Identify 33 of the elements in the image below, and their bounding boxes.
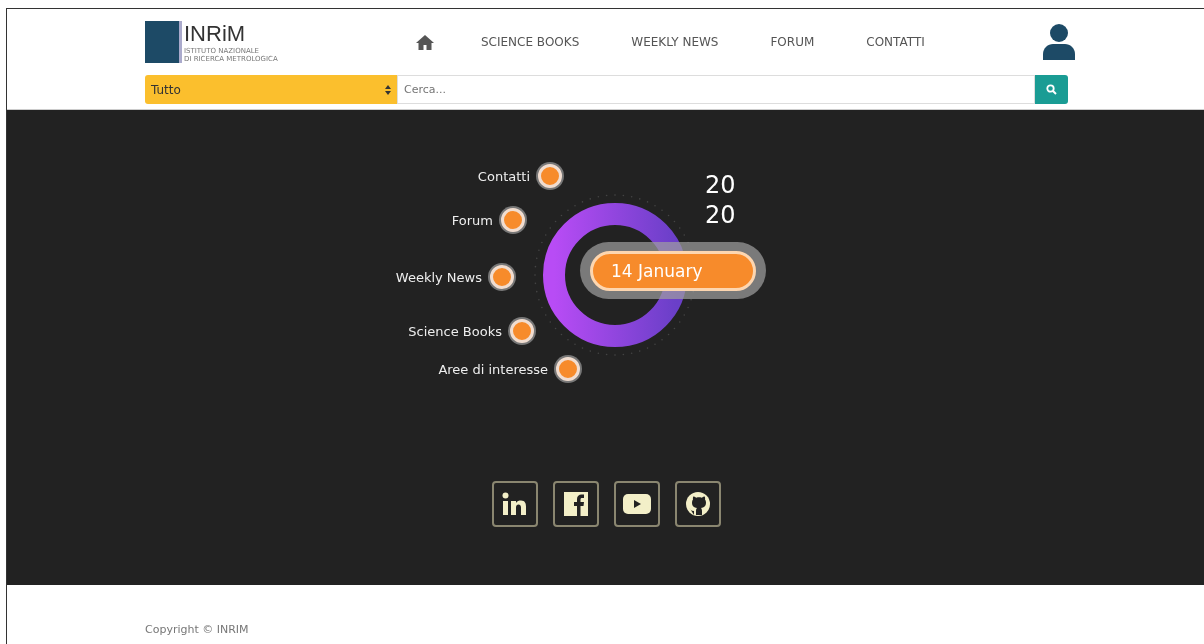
nav-link[interactable]: FORUM <box>770 35 815 49</box>
date-label: 14 January <box>590 250 756 291</box>
search-field[interactable]: Cerca... <box>397 75 1035 104</box>
menu-link[interactable]: Forum <box>451 212 493 228</box>
search-button[interactable] <box>1035 75 1068 104</box>
github-icon <box>685 491 711 517</box>
social-link[interactable] <box>614 481 660 527</box>
sort-caret-icon <box>385 84 391 95</box>
menu-dot[interactable] <box>510 319 534 343</box>
menu-dot[interactable] <box>490 265 514 289</box>
linkedin-icon <box>502 492 528 516</box>
social-link[interactable] <box>553 481 599 527</box>
menu-link[interactable]: Aree di interesse <box>438 361 548 377</box>
social-link[interactable] <box>675 481 721 527</box>
youtube-icon <box>623 494 651 514</box>
search-icon <box>1046 84 1057 95</box>
user-icon[interactable] <box>1042 24 1076 60</box>
menu-link[interactable]: Contatti <box>477 168 530 184</box>
menu-dot[interactable] <box>501 208 525 232</box>
home-icon[interactable] <box>415 33 435 51</box>
menu-link[interactable]: Weekly News <box>395 269 482 285</box>
copyright-text: Copyright © INRIM <box>145 623 249 636</box>
facebook-icon <box>564 492 588 516</box>
category-select[interactable]: Tutto <box>145 75 397 104</box>
year-text: 20 <box>705 200 736 230</box>
nav-link[interactable]: CONTATTI <box>866 35 925 49</box>
social-link[interactable] <box>492 481 538 527</box>
menu-dot[interactable] <box>556 357 580 381</box>
menu-dot[interactable] <box>538 164 562 188</box>
year-text: 20 <box>705 170 736 200</box>
menu-link[interactable]: Science Books <box>408 323 502 339</box>
nav-link[interactable]: SCIENCE BOOKS <box>481 35 580 49</box>
nav-link[interactable]: WEEKLY NEWS <box>631 35 719 49</box>
